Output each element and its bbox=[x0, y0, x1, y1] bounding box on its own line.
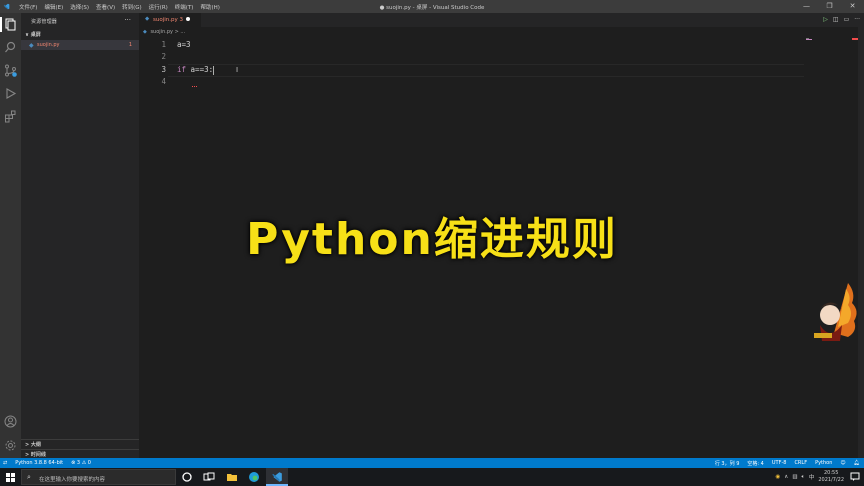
breadcrumb: ◆ suojin.py > ... bbox=[143, 29, 185, 35]
file-name: suojin.py bbox=[37, 42, 60, 48]
python-file-icon: ◆ bbox=[29, 42, 34, 49]
error-squiggle bbox=[192, 84, 197, 87]
unsaved-dot-icon[interactable] bbox=[186, 17, 190, 21]
line-number: 2 bbox=[161, 52, 166, 61]
editor-tabs: ◆ suojin.py 3 ▷ ◫ ▭ ··· bbox=[139, 13, 864, 27]
clock-time: 20:55 bbox=[823, 470, 839, 476]
breadcrumb-file[interactable]: suojin.py bbox=[150, 29, 173, 35]
vscode-icon bbox=[272, 472, 282, 482]
tab-label: suojin.py 3 bbox=[153, 17, 184, 23]
python-file-icon: ◆ bbox=[143, 29, 147, 35]
line-number: 4 bbox=[161, 77, 166, 86]
line-number: 3 bbox=[161, 65, 166, 74]
windows-taskbar: ⌕ 在这里输入你要搜索的内容 ◉ ∧ ▥ 🔈︎ 中 20:55 2021/7/2… bbox=[0, 468, 864, 486]
code-line[interactable]: a=3 bbox=[177, 40, 191, 49]
close-button[interactable]: ✕ bbox=[841, 0, 864, 13]
current-line-highlight bbox=[168, 64, 804, 77]
indentation[interactable]: 空格: 4 bbox=[747, 460, 763, 467]
toggle-panel-icon[interactable]: ▭ bbox=[844, 16, 850, 23]
file-explorer-icon[interactable] bbox=[226, 471, 238, 483]
extensions-icon[interactable] bbox=[4, 110, 17, 123]
end-of-line[interactable]: CRLF bbox=[794, 460, 807, 467]
split-editor-icon[interactable]: ◫ bbox=[833, 16, 839, 23]
sidebar-header: 资源管理器 bbox=[31, 19, 58, 25]
tab-suojin[interactable]: ◆ suojin.py 3 bbox=[139, 13, 201, 27]
edge-browser-icon[interactable] bbox=[248, 471, 260, 483]
run-file-icon[interactable]: ▷ bbox=[823, 16, 828, 23]
code-line[interactable]: if a==3: bbox=[177, 65, 215, 75]
show-hidden-icons-icon[interactable]: ∧ bbox=[784, 474, 788, 480]
cursor-position[interactable]: 行 3，列 9 bbox=[715, 460, 740, 467]
run-debug-icon[interactable] bbox=[4, 87, 17, 100]
vscode-taskbar-button[interactable] bbox=[266, 468, 288, 486]
tray-app-icon[interactable]: ◉ bbox=[775, 474, 780, 480]
timeline-section[interactable]: > 时间线 bbox=[25, 451, 46, 458]
maximize-button[interactable]: ❐ bbox=[818, 0, 841, 13]
source-control-icon[interactable] bbox=[4, 64, 17, 77]
file-item-suojin[interactable]: ◆ suojin.py 1 bbox=[21, 40, 139, 50]
file-problem-count: 1 bbox=[128, 42, 132, 48]
sidebar-more-button[interactable]: ··· bbox=[124, 16, 131, 24]
problems-indicator[interactable]: ⊗ 3 ⚠ 0 bbox=[71, 460, 91, 466]
ibeam-cursor-icon: I bbox=[236, 66, 239, 74]
network-icon[interactable]: ▥ bbox=[792, 474, 797, 480]
clock-date: 2021/7/22 bbox=[818, 477, 844, 483]
character-sticker-image bbox=[814, 283, 857, 341]
system-clock[interactable]: 20:55 2021/7/22 bbox=[818, 470, 844, 484]
settings-gear-icon[interactable] bbox=[4, 439, 17, 452]
search-icon[interactable] bbox=[4, 41, 17, 54]
remote-indicator-icon[interactable]: ⇄ bbox=[3, 460, 7, 466]
minimap[interactable] bbox=[806, 38, 858, 40]
python-file-icon: ◆ bbox=[145, 16, 150, 22]
taskbar-search[interactable]: ⌕ 在这里输入你要搜索的内容 bbox=[21, 469, 176, 485]
outline-section[interactable]: > 大纲 bbox=[25, 441, 41, 448]
code-text: a==3: bbox=[186, 65, 214, 74]
search-placeholder: 在这里输入你要搜索的内容 bbox=[39, 477, 106, 483]
video-caption: Python缩进规则 bbox=[246, 214, 618, 265]
task-view-icon[interactable] bbox=[203, 471, 215, 483]
cortana-icon[interactable] bbox=[181, 471, 193, 483]
status-bar: ⇄ Python 3.8.8 64-bit ⊗ 3 ⚠ 0 行 3，列 9 空格… bbox=[0, 458, 864, 468]
title-bar: 文件(F) 编辑(E) 选择(S) 查看(V) 转到(G) 运行(R) 终端(T… bbox=[0, 0, 864, 13]
minimize-button[interactable]: — bbox=[795, 0, 818, 13]
search-icon: ⌕ bbox=[27, 473, 31, 481]
volume-icon[interactable]: 🔈︎ bbox=[802, 474, 805, 481]
language-mode[interactable]: Python bbox=[815, 460, 832, 467]
notifications-icon[interactable]: 🔔︎ bbox=[854, 460, 860, 467]
window-title: ● suojin.py - 桌屏 - Visual Studio Code bbox=[379, 5, 485, 11]
ime-icon[interactable]: 中 bbox=[809, 473, 815, 481]
more-actions-icon[interactable]: ··· bbox=[854, 16, 860, 23]
encoding[interactable]: UTF-8 bbox=[772, 460, 787, 467]
account-icon[interactable] bbox=[4, 415, 17, 428]
text-cursor bbox=[213, 65, 215, 75]
windows-start-icon[interactable] bbox=[6, 473, 15, 482]
line-number: 1 bbox=[161, 40, 166, 49]
explorer-icon[interactable] bbox=[4, 18, 17, 31]
python-interpreter[interactable]: Python 3.8.8 64-bit bbox=[15, 460, 63, 466]
action-center-icon[interactable] bbox=[850, 472, 860, 482]
workspace-folder[interactable]: ∨ 桌屏 bbox=[25, 31, 41, 38]
feedback-icon[interactable]: ☺ bbox=[840, 460, 845, 467]
breadcrumb-rest[interactable]: > ... bbox=[175, 29, 186, 35]
code-keyword: if bbox=[177, 65, 187, 74]
